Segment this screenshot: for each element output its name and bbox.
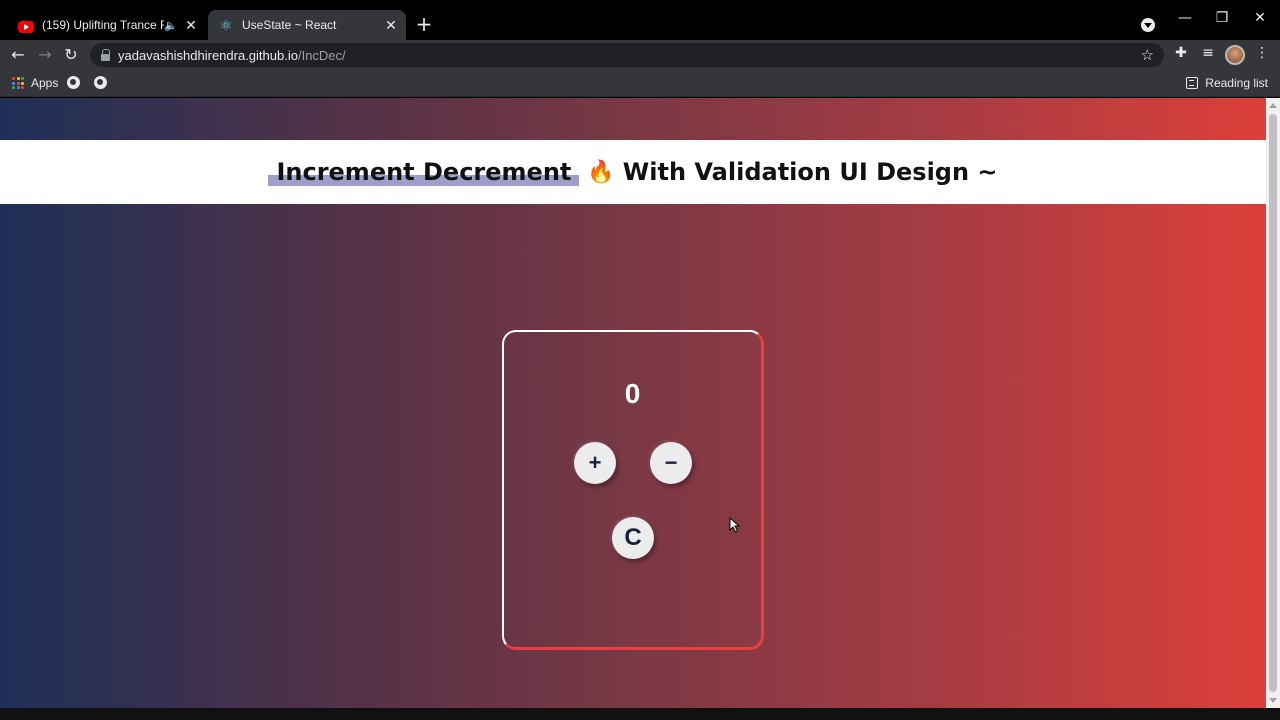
reading-list-icon xyxy=(1186,77,1199,89)
youtube-icon xyxy=(18,21,34,33)
star-icon[interactable]: ☆ xyxy=(1141,46,1154,64)
close-tab-icon[interactable]: ✕ xyxy=(182,17,200,34)
profile-avatar[interactable] xyxy=(1225,45,1245,65)
reading-list-button[interactable]: Reading list xyxy=(1186,76,1268,90)
counter-card: 0 + − C xyxy=(502,330,764,650)
counter-value: 0 xyxy=(624,378,641,409)
globe-icon[interactable] xyxy=(67,76,80,89)
url-host: yadavashishdhirendra.github.io xyxy=(118,47,298,63)
tab-strip: (159) Uplifting Trance Radio 🔈 ✕ ⚛ UseSt… xyxy=(0,0,1280,40)
close-tab-icon[interactable]: ✕ xyxy=(382,17,400,34)
page-title: Increment Decrement 🔥 With Validation UI… xyxy=(268,158,998,186)
globe-icon[interactable] xyxy=(94,76,107,89)
address-bar[interactable]: yadavashishdhirendra.github.io /IncDec/ … xyxy=(90,43,1164,67)
minimize-button[interactable]: — xyxy=(1170,10,1200,26)
fire-icon: 🔥 xyxy=(587,159,615,185)
scroll-down-icon[interactable] xyxy=(1269,698,1277,703)
speaker-icon[interactable]: 🔈 xyxy=(164,19,178,32)
decrement-button[interactable]: − xyxy=(650,442,692,484)
url-path: /IncDec/ xyxy=(297,47,346,63)
apps-shortcut[interactable]: Apps xyxy=(12,76,58,90)
tab-youtube[interactable]: (159) Uplifting Trance Radio 🔈 ✕ xyxy=(8,10,206,40)
page-scrollbar[interactable] xyxy=(1266,98,1280,708)
scroll-thumb[interactable] xyxy=(1269,114,1277,692)
scroll-up-icon[interactable] xyxy=(1269,103,1277,108)
react-icon: ⚛ xyxy=(219,17,233,33)
media-control-icon[interactable]: ≡ xyxy=(1198,45,1218,61)
browser-toolbar: ← → ↻ yadavashishdhirendra.github.io /In… xyxy=(0,40,1280,70)
tab-title: UseState ~ React xyxy=(242,18,337,32)
title-rest: With Validation UI Design ~ xyxy=(622,158,998,186)
tab-title: (159) Uplifting Trance Radio xyxy=(42,18,164,32)
tab-usestate[interactable]: ⚛ UseState ~ React ✕ xyxy=(208,10,406,40)
forward-button[interactable]: → xyxy=(34,44,56,66)
back-button[interactable]: ← xyxy=(7,44,29,66)
bookmarks-bar: Apps Reading list xyxy=(0,70,1280,97)
apps-label: Apps xyxy=(31,76,59,90)
header-band: Increment Decrement 🔥 With Validation UI… xyxy=(0,140,1266,204)
reload-button[interactable]: ↻ xyxy=(60,44,82,66)
window-close-button[interactable]: ✕ xyxy=(1245,10,1275,26)
title-highlight: Increment Decrement xyxy=(268,158,580,186)
extensions-icon[interactable]: ✚ xyxy=(1171,45,1191,61)
apps-grid-icon xyxy=(12,77,24,89)
increment-button[interactable]: + xyxy=(574,442,616,484)
menu-icon[interactable]: ⋮ xyxy=(1252,45,1272,61)
page-viewport: Increment Decrement 🔥 With Validation UI… xyxy=(0,98,1266,708)
tab-search-icon[interactable] xyxy=(1141,18,1155,32)
taskbar-edge xyxy=(0,708,1280,720)
new-tab-button[interactable]: + xyxy=(414,12,434,36)
reading-list-label: Reading list xyxy=(1205,76,1268,90)
clear-button[interactable]: C xyxy=(612,517,654,559)
restore-button[interactable]: ❐ xyxy=(1207,10,1237,26)
lock-icon[interactable] xyxy=(100,49,110,61)
